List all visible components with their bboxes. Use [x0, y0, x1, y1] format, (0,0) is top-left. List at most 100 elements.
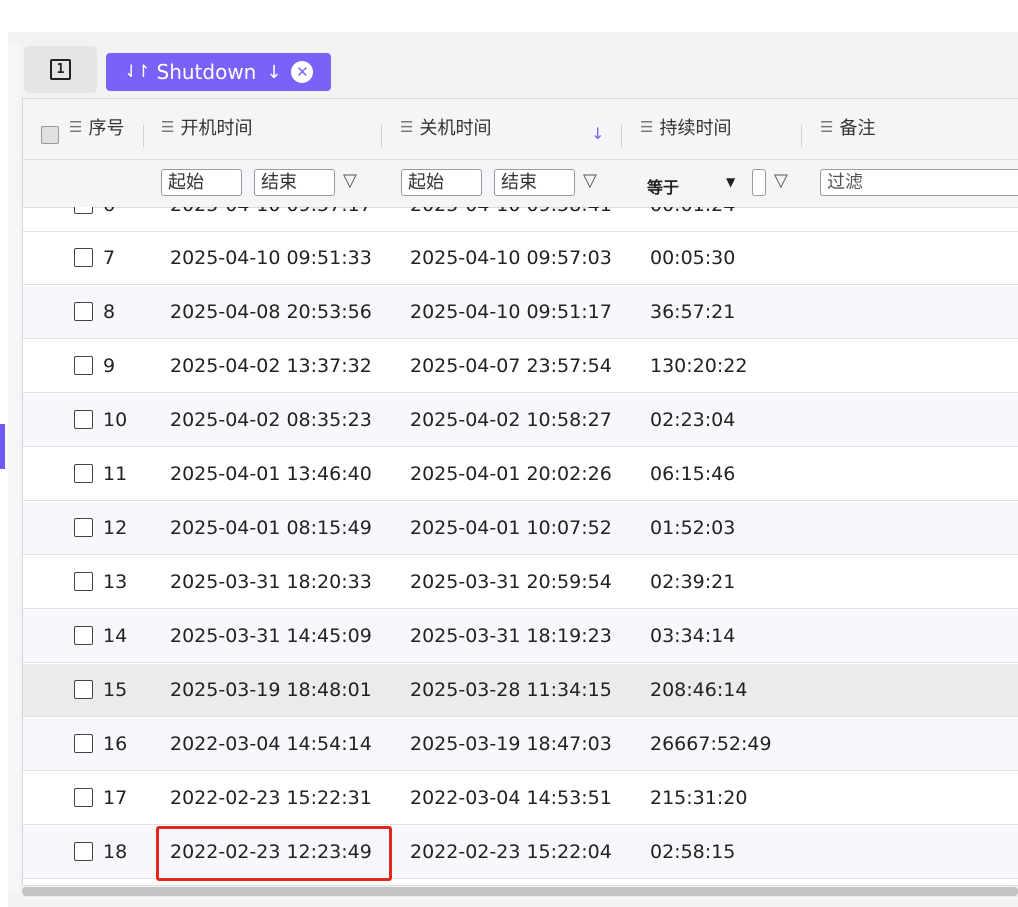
cell-power-off: 2025-04-10 09:57:03 [410, 247, 612, 269]
sort-arrows-icon: ⇃↾ [124, 62, 150, 82]
row-checkbox[interactable] [74, 464, 93, 483]
cell-index: 13 [103, 571, 128, 593]
cell-duration: 06:15:46 [650, 463, 736, 485]
row-checkbox[interactable] [74, 302, 93, 321]
row-checkbox[interactable] [74, 356, 93, 375]
cell-power-off: 2025-04-07 23:57:54 [410, 355, 612, 377]
column-label: 序号 [88, 118, 125, 139]
cell-index: 14 [103, 625, 128, 647]
cell-power-on: 2025-03-31 18:20:33 [170, 571, 372, 593]
row-checkbox[interactable] [74, 410, 93, 429]
cell-duration: 208:46:14 [650, 679, 748, 701]
cell-power-on: 2025-04-02 08:35:23 [170, 409, 372, 431]
group-number-icon: 1 [50, 59, 71, 80]
row-checkbox[interactable] [74, 626, 93, 645]
row-checkbox[interactable] [74, 518, 93, 537]
cell-index: 11 [103, 463, 128, 485]
table-row[interactable]: 10 2025-04-02 08:35:23 2025-04-02 10:58:… [23, 394, 1018, 447]
row-checkbox[interactable] [74, 842, 93, 861]
grid-body: 6 2025-04-10 09:57:17 2025-04-10 09:58:4… [23, 207, 1018, 887]
table-row[interactable]: 17 2022-02-23 15:22:31 2022-03-04 14:53:… [23, 772, 1018, 825]
filter-icon[interactable]: ▽ [343, 170, 357, 191]
cell-power-off: 2022-02-23 15:22:04 [410, 841, 612, 863]
table-row[interactable]: 16 2022-03-04 14:54:14 2025-03-19 18:47:… [23, 718, 1018, 771]
row-checkbox[interactable] [74, 734, 93, 753]
list-icon: ☰ [820, 118, 834, 136]
column-separator[interactable] [143, 125, 144, 147]
cell-duration: 00:01:24 [650, 207, 735, 232]
column-separator[interactable] [621, 125, 622, 147]
cell-duration: 02:23:04 [650, 409, 736, 431]
cell-power-on: 2025-03-19 18:48:01 [170, 679, 372, 701]
sort-chip-shutdown[interactable]: ⇃↾ Shutdown ↓ ✕ [106, 53, 331, 91]
cell-power-off: 2025-04-01 10:07:52 [410, 517, 612, 539]
horizontal-scrollbar[interactable] [22, 885, 1018, 898]
cell-duration: 26667:52:49 [650, 733, 772, 755]
cell-index: 8 [103, 301, 116, 323]
cell-power-off: 2025-03-28 11:34:15 [410, 679, 612, 701]
list-icon: ☰ [161, 118, 175, 136]
column-header-index[interactable]: ☰ 序号 [69, 115, 124, 139]
table-row[interactable]: 13 2025-03-31 18:20:33 2025-03-31 20:59:… [23, 556, 1018, 609]
table-row[interactable]: 14 2025-03-31 14:45:09 2025-03-31 18:19:… [23, 610, 1018, 663]
highlight-box [156, 826, 392, 881]
cell-power-on: 2025-04-10 09:51:33 [170, 247, 372, 269]
table-row[interactable]: 11 2025-04-01 13:46:40 2025-04-01 20:02:… [23, 448, 1018, 501]
row-checkbox[interactable] [74, 207, 93, 214]
table-row[interactable]: 12 2025-04-01 08:15:49 2025-04-01 10:07:… [23, 502, 1018, 555]
column-header-power-off[interactable]: ☰ 关机时间 [400, 115, 491, 139]
cell-index: 9 [103, 355, 116, 377]
table-row[interactable]: 9 2025-04-02 13:37:32 2025-04-07 23:57:5… [23, 340, 1018, 393]
table-row[interactable]: 8 2025-04-08 20:53:56 2025-04-10 09:51:1… [23, 286, 1018, 339]
column-header-note[interactable]: ☰ 备注 [820, 115, 875, 139]
group-count-button[interactable]: 1 [24, 46, 97, 93]
duration-value-filter[interactable] [752, 169, 766, 196]
column-label: 开机时间 [180, 118, 253, 139]
table-row[interactable]: 15 2025-03-19 18:48:01 2025-03-28 11:34:… [23, 664, 1018, 717]
select-all-checkbox[interactable] [41, 126, 59, 144]
list-icon: ☰ [640, 118, 654, 136]
filter-icon[interactable]: ▽ [774, 170, 788, 191]
filter-icon[interactable]: ▽ [583, 170, 597, 191]
remove-sort-close-icon[interactable]: ✕ [291, 61, 314, 83]
table-row[interactable]: 7 2025-04-10 09:51:33 2025-04-10 09:57:0… [23, 232, 1018, 285]
cell-power-off: 2025-03-31 18:19:23 [410, 625, 612, 647]
row-checkbox[interactable] [74, 680, 93, 699]
cell-index: 15 [103, 679, 128, 701]
column-header-power-on[interactable]: ☰ 开机时间 [161, 115, 252, 139]
cell-index: 16 [103, 733, 128, 755]
cell-index: 17 [103, 787, 128, 809]
column-label: 持续时间 [659, 118, 732, 139]
cell-index: 12 [103, 517, 128, 539]
cell-power-off: 2025-04-10 09:58:41 [410, 207, 612, 232]
table-row[interactable]: 6 2025-04-10 09:57:17 2025-04-10 09:58:4… [23, 207, 1018, 232]
cell-power-off: 2022-03-04 14:53:51 [410, 787, 612, 809]
cell-power-on: 2025-04-08 20:53:56 [170, 301, 372, 323]
row-checkbox[interactable] [74, 572, 93, 591]
cell-duration: 03:34:14 [650, 625, 736, 647]
cell-duration: 02:58:15 [650, 841, 736, 863]
left-gutter [8, 44, 20, 894]
cell-power-off: 2025-04-01 20:02:26 [410, 463, 612, 485]
note-filter-input[interactable]: 过滤 [820, 169, 1018, 196]
power-on-end-filter[interactable]: 结束 [254, 169, 335, 196]
column-separator[interactable] [381, 125, 382, 147]
cell-index: 18 [103, 841, 128, 863]
column-header-duration[interactable]: ☰ 持续时间 [640, 115, 731, 139]
cell-power-on: 2025-04-02 13:37:32 [170, 355, 372, 377]
sort-desc-icon: ↓ [591, 124, 605, 143]
column-label: 关机时间 [419, 118, 492, 139]
duration-operator-select[interactable]: 等于 [647, 174, 679, 198]
power-on-start-filter[interactable]: 起始 [161, 169, 242, 196]
column-separator[interactable] [801, 125, 802, 147]
row-checkbox[interactable] [74, 248, 93, 267]
cell-duration: 36:57:21 [650, 301, 736, 323]
cell-power-on: 2025-04-01 08:15:49 [170, 517, 372, 539]
power-off-start-filter[interactable]: 起始 [401, 169, 482, 196]
cell-duration: 215:31:20 [650, 787, 748, 809]
power-off-end-filter[interactable]: 结束 [494, 169, 575, 196]
scrollbar-thumb[interactable] [22, 887, 1018, 896]
cell-power-off: 2025-04-10 09:51:17 [410, 301, 612, 323]
row-checkbox[interactable] [74, 788, 93, 807]
chevron-down-icon[interactable]: ▼ [726, 175, 735, 189]
